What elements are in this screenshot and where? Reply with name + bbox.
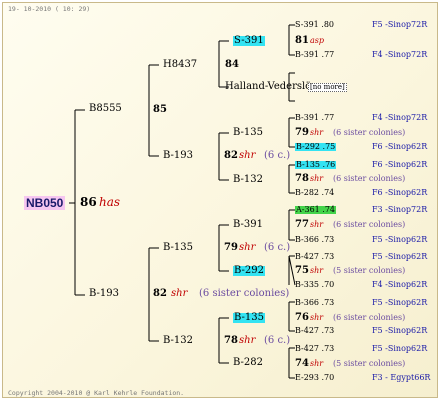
- gen4-note: (6 sister colonies): [333, 220, 406, 229]
- copyright-footer: Copyright 2004-2010 @ Karl Kehrle Founda…: [8, 389, 185, 397]
- gen4-id[interactable]: B-391 .77: [295, 114, 334, 122]
- gen4-location: F4 -Sinop62R: [372, 280, 428, 289]
- gen4-tag: asp: [310, 36, 324, 45]
- gen4-id[interactable]: B-427 .73: [295, 327, 334, 335]
- gen3-b135b[interactable]: B-135: [233, 313, 265, 323]
- gen3-b391[interactable]: B-391: [233, 220, 263, 230]
- gen2-b-name[interactable]: B-193: [163, 151, 193, 161]
- gen4-number: 77: [295, 219, 309, 230]
- gen4-location: F3 - Egypt66R: [372, 373, 431, 382]
- gen4-location: F5 -Sinop72R: [372, 20, 428, 29]
- gen4-number: 81: [295, 35, 309, 46]
- gen4-id[interactable]: B-135 .76: [295, 161, 337, 169]
- gen4-tag: shr: [310, 174, 324, 183]
- gen4-id[interactable]: B-427 .73: [295, 253, 334, 261]
- gen2-d-tag: shr: [239, 335, 256, 346]
- gen2-c-number: 79: [224, 242, 238, 253]
- report-date: 19- 10-2010 ( 10: 29): [8, 5, 91, 13]
- gen2-c-tag: shr: [239, 242, 256, 253]
- gen2-c-name[interactable]: B-135: [163, 243, 193, 253]
- gen4-location: F4 -Sinop72R: [372, 50, 428, 59]
- gen4-id[interactable]: B-366 .73: [295, 236, 334, 244]
- gen4-tag: shr: [310, 313, 324, 322]
- gen4-location: F6 -Sinop62R: [372, 160, 428, 169]
- gen4-id[interactable]: B-391 .77: [295, 51, 334, 59]
- root-queen-tag: has: [99, 195, 121, 209]
- gen4-location: F5 -Sinop62R: [372, 298, 428, 307]
- gen2-b-tag: shr: [239, 150, 256, 161]
- gen3-b135a[interactable]: B-135: [233, 128, 263, 138]
- gen4-id[interactable]: E-293 .70: [295, 374, 334, 382]
- gen4-id[interactable]: B-427 .73: [295, 345, 334, 353]
- gen4-location: F5 -Sinop62R: [372, 326, 428, 335]
- gen4-id[interactable]: B-366 .73: [295, 299, 334, 307]
- gen4-location: F5 -Sinop62R: [372, 252, 428, 261]
- gen4-note: (6 sister colonies): [333, 313, 406, 322]
- gen4-tag: shr: [310, 220, 324, 229]
- gen3-halland[interactable]: Halland-Vederslöv: [225, 82, 317, 92]
- gen2-b-number: 82: [224, 150, 238, 161]
- root-queen-number: 86: [80, 195, 97, 209]
- gen4-id[interactable]: S-391 .80: [295, 21, 334, 29]
- gen4-note: (6 sister colonies): [333, 128, 406, 137]
- pedigree-frame: 19- 10-2010 ( 10: 29) NB050 86 has B8555…: [2, 2, 438, 398]
- gen2-d-number: 78: [224, 335, 238, 346]
- gen4-id[interactable]: B-335 .70: [295, 281, 334, 289]
- gen1-upper-number: 85: [153, 104, 167, 115]
- gen4-id[interactable]: B-282 .74: [295, 189, 334, 197]
- gen4-location: F6 -Sinop62R: [372, 188, 428, 197]
- gen2-b-note: (6 c.): [264, 150, 291, 161]
- gen4-id[interactable]: A-361 .74: [295, 206, 337, 214]
- gen4-tag: shr: [310, 266, 324, 275]
- gen3-s391[interactable]: S-391: [233, 36, 265, 46]
- root-queen-name[interactable]: NB050: [24, 196, 66, 210]
- gen1-upper-name[interactable]: B8555: [89, 104, 122, 114]
- pedigree-connector-lines: [69, 24, 296, 379]
- gen4-note: (5 sister colonies): [333, 266, 406, 275]
- gen4-number: 76: [295, 312, 309, 323]
- gen1-lower-tag: shr: [171, 288, 188, 299]
- gen3-b292[interactable]: B-292: [233, 266, 265, 276]
- gen2-a-number: 84: [225, 59, 239, 70]
- gen4-number: 75: [295, 265, 309, 276]
- gen1-lower-number: 82: [153, 288, 167, 299]
- gen1-lower-note: (6 sister colonies): [199, 288, 290, 299]
- gen4-note: (6 sister colonies): [333, 174, 406, 183]
- gen4-location: F4 -Sinop72R: [372, 113, 428, 122]
- gen4-number: 78: [295, 173, 309, 184]
- gen2-d-note: (6 c.): [264, 335, 291, 346]
- gen4-tag: shr: [310, 359, 324, 368]
- gen4-note: (5 sister colonies): [333, 359, 406, 368]
- gen2-d-name[interactable]: B-132: [163, 336, 193, 346]
- gen4-number: 74: [295, 358, 309, 369]
- no-more-note: [no more]: [308, 83, 347, 92]
- gen4-location: F6 -Sinop62R: [372, 142, 428, 151]
- gen3-b282[interactable]: B-282: [233, 358, 263, 368]
- gen4-number: 79: [295, 127, 309, 138]
- gen4-id[interactable]: B-292 .75: [295, 143, 337, 151]
- gen4-location: F3 -Sinop72R: [372, 205, 428, 214]
- gen1-lower-name[interactable]: B-193: [89, 289, 119, 299]
- gen3-b132a[interactable]: B-132: [233, 175, 263, 185]
- gen4-location: F5 -Sinop62R: [372, 344, 428, 353]
- gen4-tag: shr: [310, 128, 324, 137]
- gen2-c-note: (6 c.): [264, 242, 291, 253]
- gen2-a-name[interactable]: H8437: [163, 60, 197, 70]
- gen4-location: F5 -Sinop62R: [372, 235, 428, 244]
